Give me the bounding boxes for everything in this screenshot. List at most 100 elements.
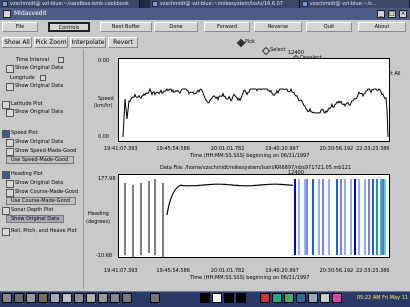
plot-controls-panel: Time Interval Show Original Data Longitu… bbox=[0, 49, 84, 289]
monitor-icon[interactable] bbox=[62, 293, 72, 303]
heading-plot-ylabel-unit: (degrees) bbox=[86, 219, 111, 225]
workspace-1-icon[interactable] bbox=[200, 293, 210, 303]
minimize-icon[interactable]: _ bbox=[377, 10, 385, 18]
heading-plot-canvas[interactable] bbox=[118, 174, 390, 258]
workspace-2-icon[interactable] bbox=[212, 293, 222, 303]
heading-xtick-5: 22:33:23.386 bbox=[356, 268, 390, 274]
speed-plot-checkbox[interactable]: Speed Plot bbox=[2, 129, 38, 138]
forward-button[interactable]: Forward bbox=[204, 22, 250, 32]
show-original-checkbox[interactable]: Show Original Data bbox=[6, 138, 63, 147]
taskbar-clock: 05:22 AM Fri May 11 bbox=[356, 295, 408, 301]
speed-xtick-5: 22:33:23.386 bbox=[356, 146, 390, 152]
speed-xtick-4: 20:30:56.192 bbox=[319, 146, 354, 152]
heading-xtick-1: 19:45:54.586 bbox=[156, 268, 190, 274]
about-button[interactable]: About bbox=[358, 22, 406, 32]
terminal-icon bbox=[2, 1, 8, 7]
window-title: MIdasvedit bbox=[14, 10, 47, 17]
roll-pitch-heave-checkbox[interactable]: Roll, Pitch, and Heave Plot bbox=[2, 227, 77, 236]
heading-plot-checkbox[interactable]: Heading Plot bbox=[2, 170, 43, 179]
sonar-depth-plot-checkbox[interactable]: Sonar Depth Plot bbox=[2, 206, 53, 215]
terminal-tab-2[interactable]: vzschmidt@ vzl-blue:~/mikesystem/lsshi/1… bbox=[150, 0, 300, 8]
maximize-icon[interactable]: □ bbox=[388, 10, 396, 18]
app-pink-icon[interactable] bbox=[332, 293, 342, 303]
quit-button[interactable]: Quit bbox=[306, 22, 352, 32]
workspace-3-icon[interactable] bbox=[224, 293, 234, 303]
speed-xtick-0: 19:41:07.393 bbox=[104, 146, 138, 152]
window-menu-icon[interactable] bbox=[3, 10, 11, 18]
speed-xtick-2: 20:01:01.782 bbox=[210, 146, 245, 152]
screen: vzschmidt@ vzl-blue:~/sandbox-bmk-cookbo… bbox=[0, 0, 410, 307]
speed-data-line bbox=[122, 87, 389, 138]
close-icon[interactable]: × bbox=[399, 10, 407, 18]
revert-button[interactable]: Revert bbox=[108, 37, 138, 48]
longitude-label: Longitude bbox=[10, 75, 35, 81]
speed-plot-ylabel-unit: (km/hr) bbox=[94, 103, 113, 109]
latitude-plot-checkbox[interactable]: Latitude Plot bbox=[2, 100, 43, 109]
heading-ytick-bottom: -10.68 bbox=[96, 253, 113, 259]
speed-xtick-1: 19:45:54.586 bbox=[156, 146, 190, 152]
home-icon[interactable] bbox=[14, 293, 24, 303]
show-all-button[interactable]: Show All bbox=[2, 37, 32, 48]
show-original-checkbox[interactable]: Show Original Data bbox=[6, 108, 63, 117]
heading-xtick-2: 20:01:01.782 bbox=[210, 268, 245, 274]
speed-plot-xcaption: Time (HH:MM:SS.SSS) beginning on 06/21/1… bbox=[190, 153, 310, 159]
use-speed-made-good-button[interactable]: Use Speed-Made-Good bbox=[6, 156, 74, 164]
speed-plot-canvas[interactable] bbox=[118, 58, 390, 142]
calendar-icon[interactable] bbox=[122, 293, 132, 303]
heading-xtick-3: 19:40:20.997 bbox=[265, 268, 299, 274]
terminal-launcher-icon[interactable] bbox=[26, 293, 36, 303]
heading-xtick-0: 19:41:07.393 bbox=[104, 268, 138, 274]
speed-ytick-top: 0.00 bbox=[98, 58, 110, 64]
app-gray-icon[interactable] bbox=[308, 293, 318, 303]
interpolate-button[interactable]: Interpolate bbox=[70, 37, 106, 48]
arrow-icon[interactable] bbox=[150, 293, 160, 303]
longitude-checkbox[interactable] bbox=[40, 75, 46, 81]
help-icon[interactable] bbox=[86, 293, 96, 303]
speed-plot-top-readout: 12400 bbox=[288, 50, 304, 56]
controls-button[interactable]: Controls bbox=[48, 22, 90, 32]
pick-radio[interactable]: Pick bbox=[238, 38, 410, 46]
app-green-icon[interactable] bbox=[272, 293, 282, 303]
window-title-bar[interactable]: MIdasvedit bbox=[0, 8, 410, 20]
show-original-checkbox[interactable]: Show Original Data bbox=[6, 179, 63, 188]
app-light-icon[interactable] bbox=[320, 293, 330, 303]
terminal-icon bbox=[302, 1, 308, 7]
app-green2-icon[interactable] bbox=[284, 293, 294, 303]
show-original-checkbox[interactable]: Show Original Data bbox=[6, 64, 63, 73]
show-course-made-good-checkbox[interactable]: Show Course-Made-Good bbox=[6, 188, 78, 197]
tools-icon[interactable] bbox=[74, 293, 84, 303]
heading-plot-xcaption: Time (HH:MM:SS.SSS) beginning on 06/21/1… bbox=[190, 275, 310, 281]
editor-launcher-icon[interactable] bbox=[50, 293, 60, 303]
mail-icon[interactable] bbox=[98, 293, 108, 303]
done-button[interactable]: Done bbox=[154, 22, 198, 32]
terminal-tab-3[interactable]: vzschmidt@ vzl-blue:~/s... bbox=[300, 0, 410, 8]
heading-plot-ylabel: Heading bbox=[88, 211, 109, 217]
workspace-4-icon[interactable] bbox=[236, 293, 246, 303]
time-interval-checkbox[interactable] bbox=[58, 57, 64, 63]
show-speed-made-good-checkbox[interactable]: Show Speed-Made-Good bbox=[6, 147, 76, 156]
heading-xtick-4: 20:30:56.192 bbox=[319, 268, 354, 274]
show-original-checkbox[interactable]: Show Original Data bbox=[6, 82, 63, 91]
reverse-button[interactable]: Reverse bbox=[254, 22, 302, 32]
data-file-label: Data File: /home/vzschmidt/mikesystem/ls… bbox=[160, 165, 352, 171]
files-launcher-icon[interactable] bbox=[38, 293, 48, 303]
app-blue-icon[interactable] bbox=[296, 293, 306, 303]
terminal-tab-strip: vzschmidt@ vzl-blue:~/sandbox-bmk-cookbo… bbox=[0, 0, 410, 8]
heading-data-line bbox=[166, 183, 294, 216]
terminal-icon bbox=[152, 1, 158, 7]
time-interval-label: Time Interval bbox=[16, 57, 49, 63]
heading-data-group bbox=[124, 179, 386, 257]
file-button[interactable]: File bbox=[2, 22, 38, 32]
pick-zoom-button[interactable]: Pick Zoom bbox=[34, 37, 68, 48]
heading-ytick-top: 177.98 bbox=[98, 176, 116, 182]
start-icon[interactable] bbox=[2, 293, 12, 303]
speed-xtick-3: 19:40:20.997 bbox=[265, 146, 299, 152]
speed-plot-ylabel: Speed bbox=[98, 96, 114, 102]
terminal-tab-1[interactable]: vzschmidt@ vzl-blue:~/sandbox-bmk-cookbo… bbox=[0, 0, 140, 8]
use-course-made-good-button[interactable]: Use Course-Made-Good bbox=[6, 197, 76, 205]
app-red-icon[interactable] bbox=[260, 293, 270, 303]
next-buffer-button[interactable]: Next Buffer bbox=[100, 22, 152, 32]
show-original-button[interactable]: Show Original Data bbox=[6, 215, 64, 223]
printer-icon[interactable] bbox=[110, 293, 120, 303]
select-radio[interactable]: Select bbox=[263, 46, 410, 54]
